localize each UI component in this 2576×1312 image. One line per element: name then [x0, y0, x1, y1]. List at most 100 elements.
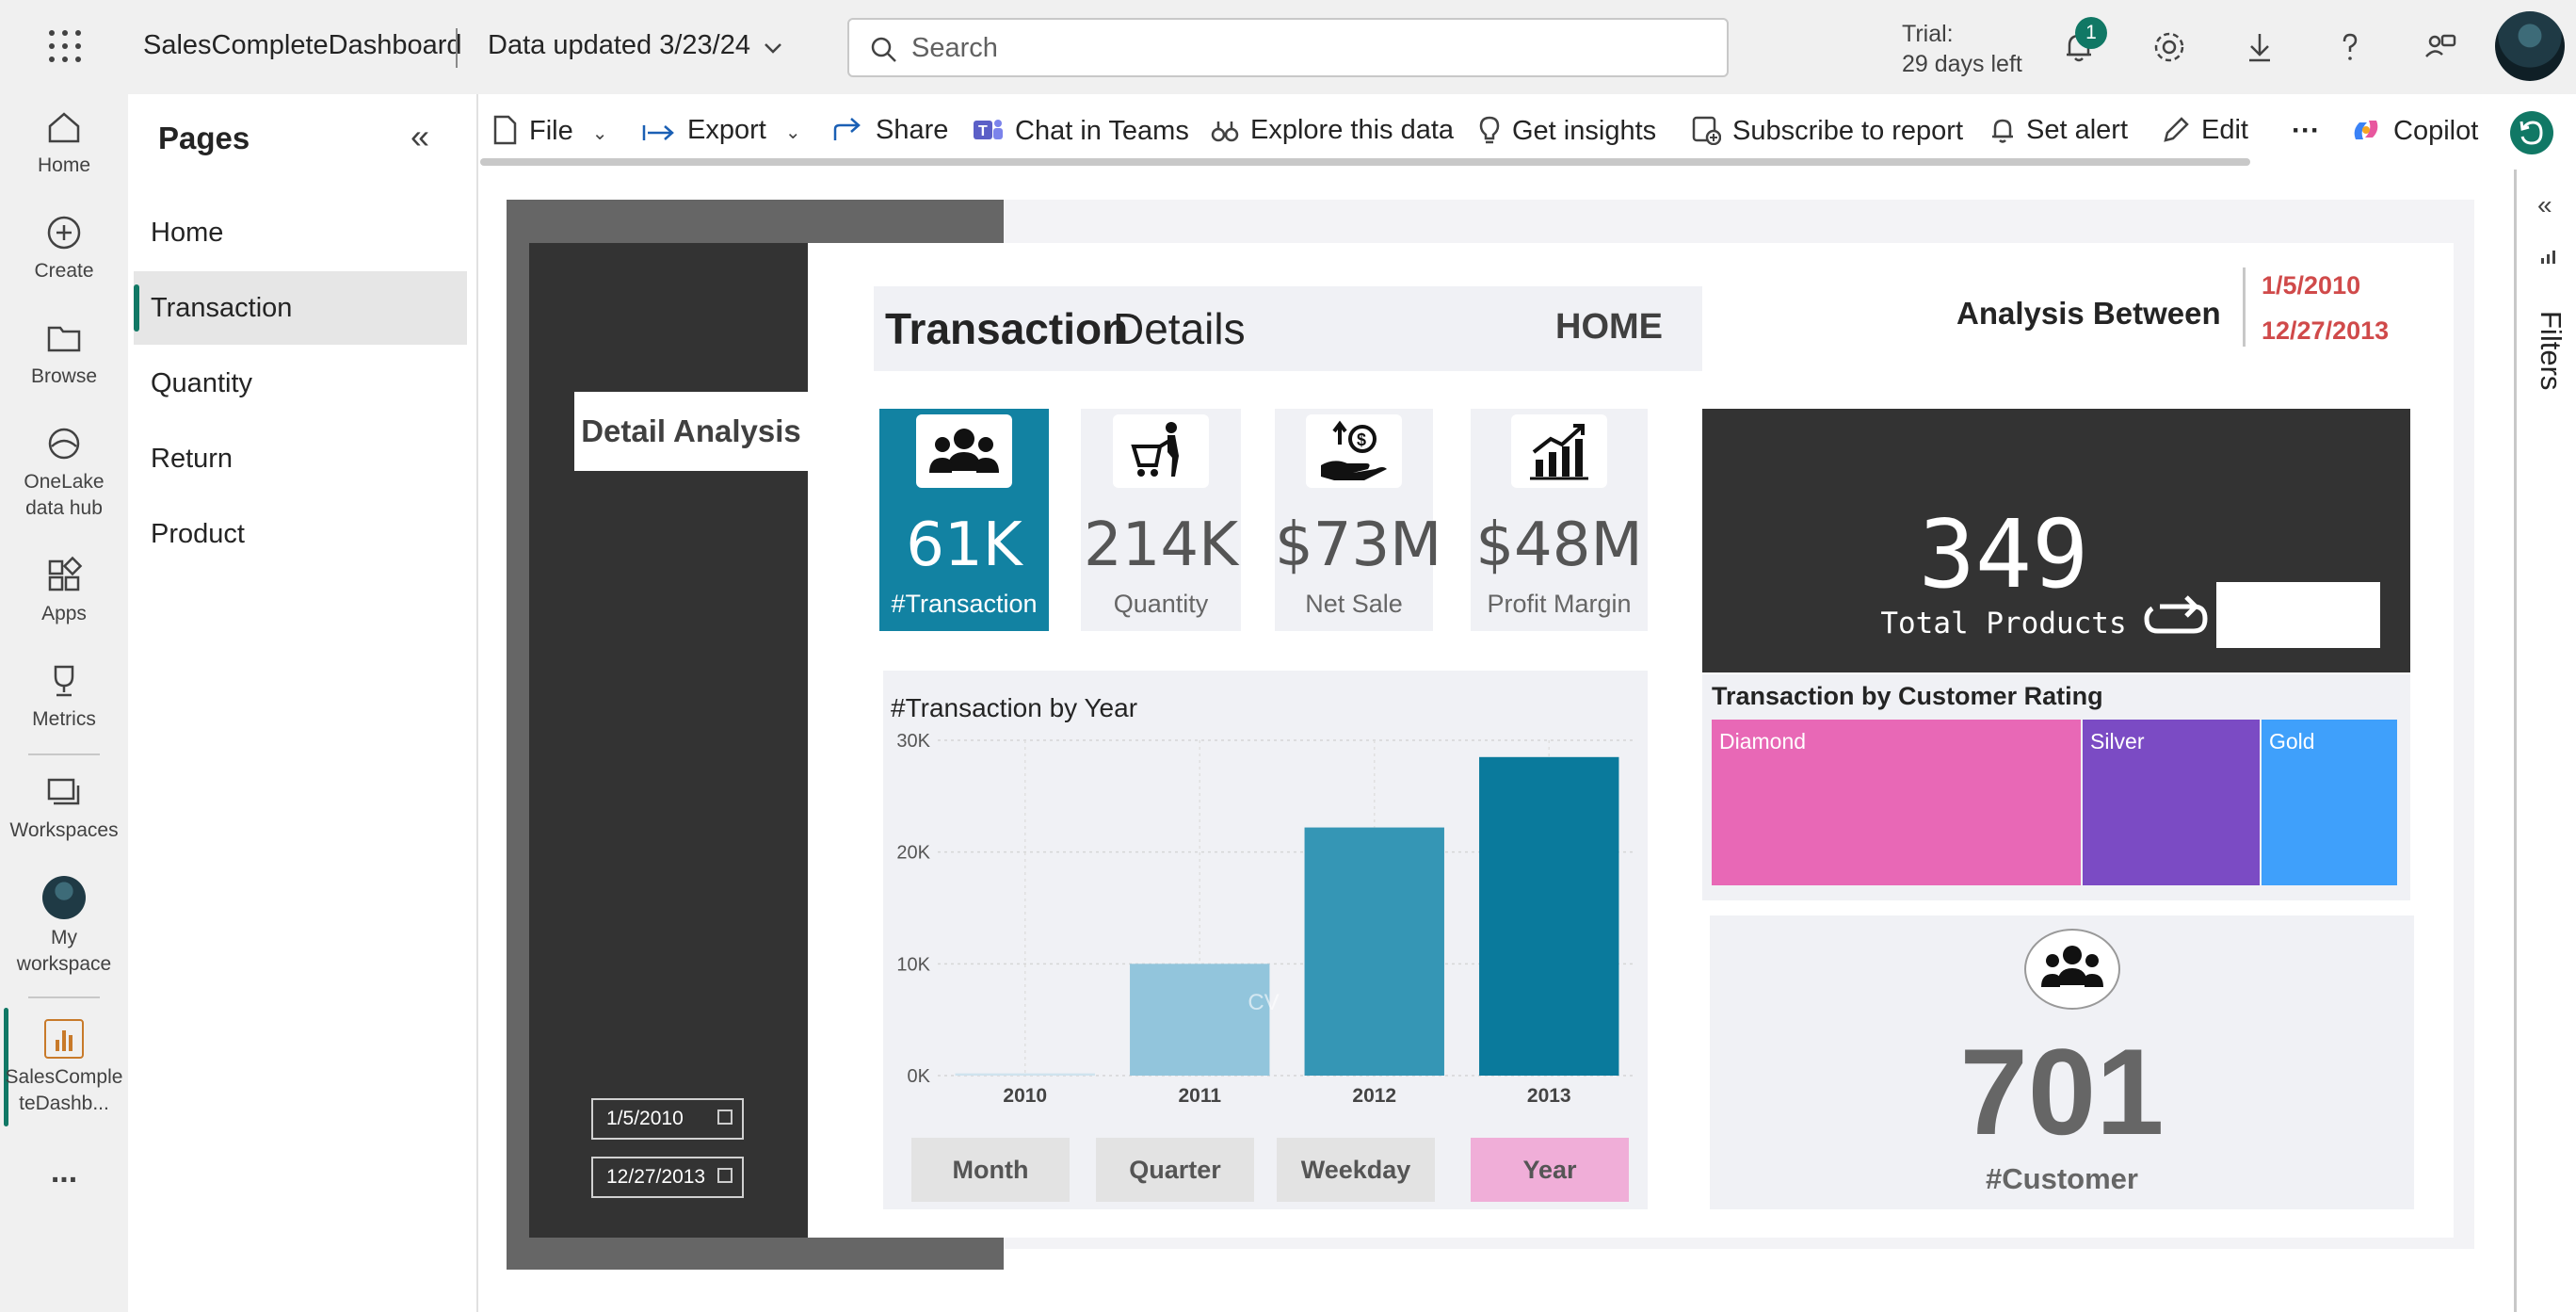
end-date-slicer[interactable]: 12/27/2013: [591, 1157, 744, 1198]
folder-icon: [47, 326, 81, 352]
page-item-product[interactable]: Product: [134, 497, 467, 571]
rail-browse[interactable]: Browse: [0, 318, 128, 390]
chart-watermark: CV: [1248, 990, 1279, 1015]
page-item-home[interactable]: Home: [134, 196, 467, 269]
data-updated-dropdown[interactable]: Data updated 3/23/24: [488, 30, 750, 61]
rail-sales-dashboard[interactable]: SalesComple teDashb...: [0, 1019, 128, 1117]
kpi-net-sale-card[interactable]: $ $73M Net Sale: [1275, 409, 1442, 631]
pencil-icon: [2164, 117, 2189, 142]
rail-apps[interactable]: Apps: [0, 556, 128, 627]
file-menu[interactable]: File ⌄: [491, 115, 608, 147]
export-menu[interactable]: Export ⌄: [642, 115, 801, 146]
notification-badge: 1: [2075, 17, 2107, 49]
chevron-down-icon: ⌄: [591, 123, 608, 144]
calendar-icon[interactable]: [717, 1110, 733, 1125]
reset-icon[interactable]: [2510, 111, 2553, 154]
share-icon: [833, 118, 861, 140]
segment-weekday-button[interactable]: Weekday: [1277, 1138, 1435, 1202]
calendar-icon[interactable]: [717, 1168, 733, 1183]
customer-count-card: 701 #Customer: [1710, 915, 2414, 1209]
bar-2011[interactable]: [1130, 964, 1270, 1076]
segment-year-button[interactable]: Year: [1471, 1138, 1629, 1202]
page-item-transaction[interactable]: Transaction: [134, 271, 467, 345]
svg-text:$: $: [1357, 430, 1366, 449]
edit-button[interactable]: Edit: [2162, 115, 2248, 146]
more-options-button[interactable]: ···: [2292, 115, 2320, 147]
total-products-value: 349: [1918, 499, 2089, 609]
refresh-icon[interactable]: [2141, 593, 2211, 644]
bar-2010[interactable]: [955, 1073, 1095, 1076]
customer-rating-treemap[interactable]: Transaction by Customer Rating Diamond Si…: [1702, 674, 2410, 900]
segment-month-button[interactable]: Month: [911, 1138, 1070, 1202]
report-title-light: Details: [1113, 304, 1246, 353]
user-avatar[interactable]: [2495, 11, 2565, 81]
rail-onelake[interactable]: OneLake data hub: [0, 424, 128, 522]
action-bar: File ⌄ Export ⌄ Share T Chat in Teams Exp…: [480, 94, 2576, 168]
get-insights-button[interactable]: Get insights: [1478, 115, 1656, 147]
detail-analysis-tab[interactable]: Detail Analysis: [574, 392, 808, 471]
explore-data-button[interactable]: Explore this data: [1211, 115, 1454, 146]
binoculars-icon: [1211, 121, 1239, 142]
rail-more-button[interactable]: ...: [0, 1156, 128, 1188]
copilot-icon: [2354, 121, 2378, 139]
search-input[interactable]: [911, 29, 1702, 67]
share-button[interactable]: Share: [832, 115, 948, 146]
people-icon: [2024, 929, 2120, 1010]
copilot-button[interactable]: Copilot: [2350, 115, 2478, 147]
treemap-cell-label: Silver: [2090, 729, 2145, 753]
expand-filters-icon[interactable]: «: [2537, 190, 2552, 220]
chat-in-teams-button[interactable]: T Chat in Teams: [972, 115, 1189, 147]
rail-create[interactable]: Create: [0, 213, 128, 284]
start-date-slicer[interactable]: 1/5/2010: [591, 1098, 744, 1140]
download-icon[interactable]: [2241, 28, 2278, 66]
set-alert-label: Set alert: [2026, 115, 2128, 145]
teams-icon: T: [974, 120, 1003, 139]
filter-bars-icon: [2541, 251, 2555, 264]
page-item-quantity[interactable]: Quantity: [134, 347, 467, 420]
treemap-cell-gold[interactable]: Gold: [2262, 720, 2397, 885]
home-button[interactable]: HOME: [1555, 307, 1663, 348]
subscribe-button[interactable]: Subscribe to report: [1691, 115, 1963, 147]
chevron-down-icon[interactable]: [763, 38, 783, 58]
chevron-down-icon: ⌄: [784, 122, 801, 143]
kpi-net-sale-value: $73M: [1275, 510, 1442, 580]
bar-2012[interactable]: [1304, 827, 1444, 1076]
growth-chart-icon: [1511, 414, 1607, 488]
kpi-profit-margin-card[interactable]: $48M Profit Margin: [1471, 409, 1648, 631]
app-launcher-icon[interactable]: [49, 30, 81, 62]
set-alert-button[interactable]: Set alert: [1990, 115, 2128, 146]
avatar-icon: [42, 876, 86, 919]
app-title[interactable]: SalesCompleteDashboard: [143, 30, 462, 61]
rail-workspaces[interactable]: Workspaces: [0, 772, 128, 844]
treemap-cell-diamond[interactable]: Diamond: [1712, 720, 2081, 885]
transaction-by-year-chart[interactable]: #Transaction by Year 0K 10K 20K 30K 2010 2011…: [883, 671, 1648, 1209]
help-icon[interactable]: [2331, 28, 2369, 66]
bell-icon: [1992, 119, 2013, 143]
search-icon: [871, 37, 896, 62]
chat-in-teams-label: Chat in Teams: [1015, 116, 1189, 146]
y-tick-label: 0K: [908, 1066, 931, 1087]
page-item-return[interactable]: Return: [134, 422, 467, 495]
action-bar-scrollbar[interactable]: [480, 158, 2250, 166]
x-tick-label: 2012: [1352, 1085, 1396, 1107]
kpi-transaction-card[interactable]: 61K #Transaction: [879, 409, 1049, 631]
treemap-cell-silver[interactable]: Silver: [2083, 720, 2260, 885]
products-search-input[interactable]: [2216, 582, 2380, 648]
apps-icon: [48, 556, 83, 591]
kpi-quantity-card[interactable]: 214K Quantity: [1081, 409, 1241, 631]
rail-metrics[interactable]: Metrics: [0, 661, 128, 733]
share-people-icon[interactable]: [2422, 28, 2459, 66]
rail-my-workspace[interactable]: My workspace: [0, 876, 128, 978]
bar-2013[interactable]: [1479, 756, 1619, 1076]
filters-pane[interactable]: « Filters: [2514, 170, 2576, 1312]
rail-divider: [28, 753, 100, 755]
rail-home[interactable]: Home: [0, 107, 128, 179]
search-box[interactable]: [847, 18, 1729, 77]
kpi-quantity-label: Quantity: [1113, 590, 1209, 618]
rail-sales-dashboard-line1: SalesComple: [5, 1066, 123, 1088]
money-hand-icon: $: [1306, 414, 1402, 488]
collapse-pages-icon[interactable]: «: [411, 117, 429, 156]
export-label: Export: [687, 115, 766, 145]
segment-quarter-button[interactable]: Quarter: [1096, 1138, 1254, 1202]
gear-icon[interactable]: [2150, 28, 2188, 66]
